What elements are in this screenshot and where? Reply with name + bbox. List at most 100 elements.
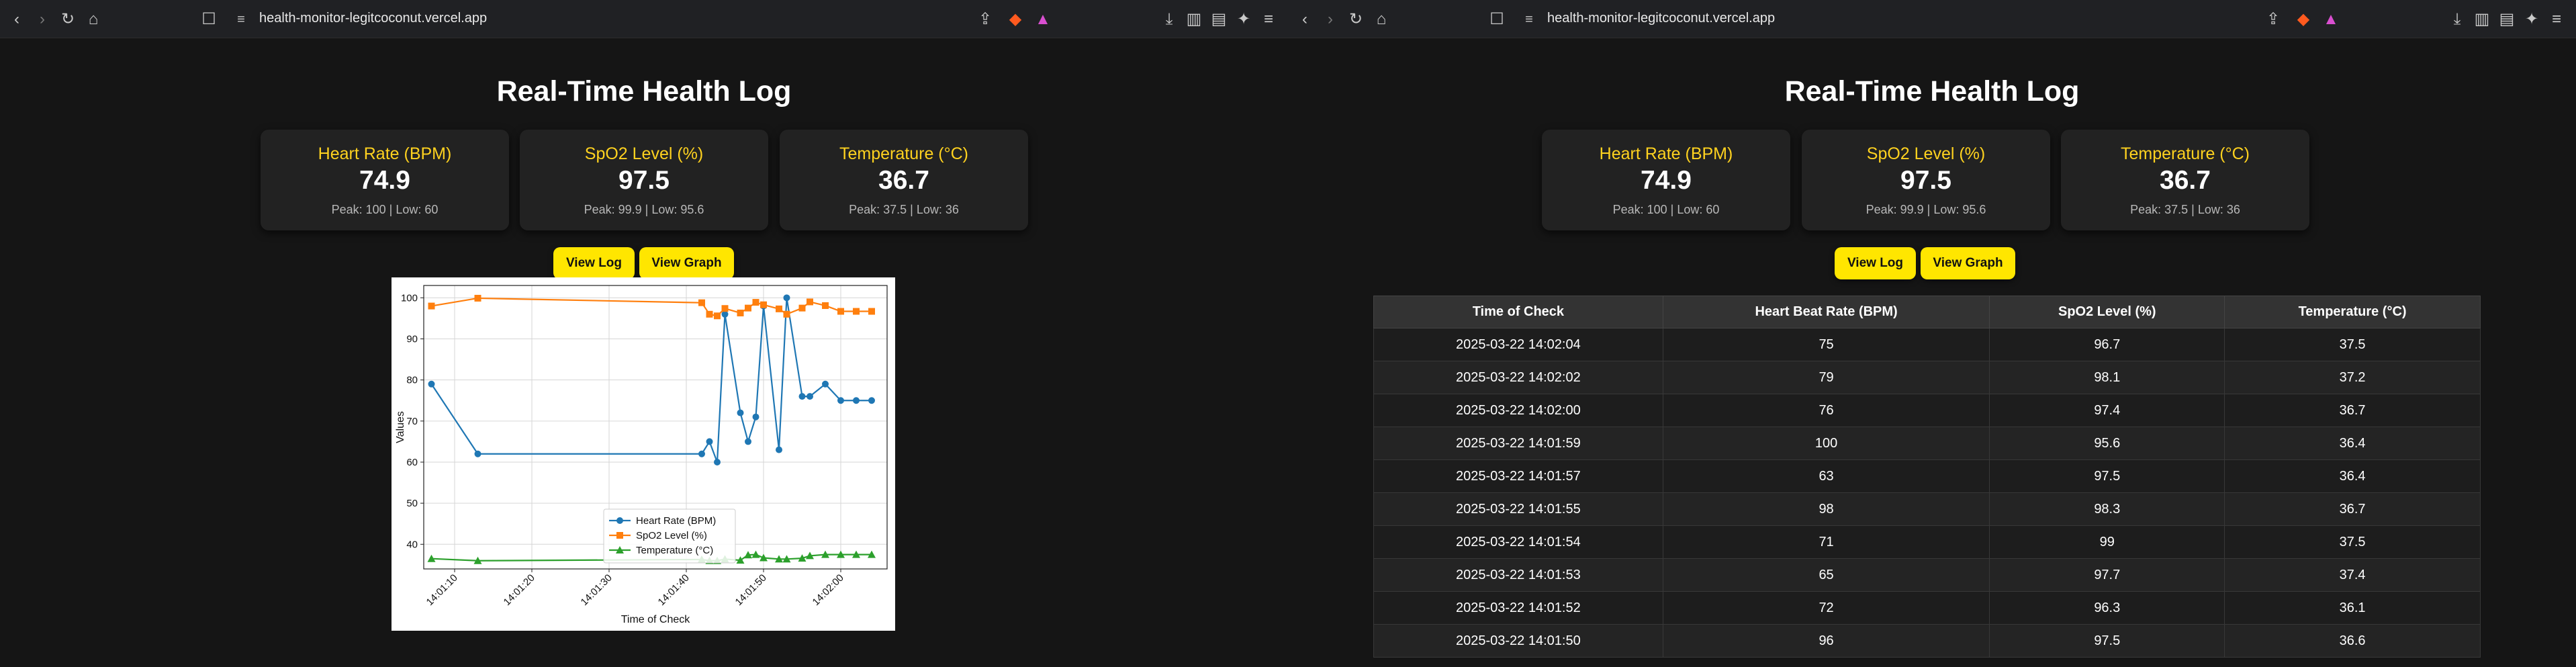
rewards-icon[interactable]: ▲ bbox=[1033, 9, 1053, 30]
table-row: 2025-03-22 14:01:55 98 98.3 36.7 bbox=[1373, 492, 2481, 526]
health-log-table: Time of Check Heart Beat Rate (BPM) SpO2… bbox=[1373, 296, 2481, 658]
table-cell: 2025-03-22 14:01:50 bbox=[1373, 624, 1663, 658]
data-point bbox=[698, 299, 705, 306]
back-icon[interactable]: ‹ bbox=[7, 9, 27, 30]
table-cell: 98 bbox=[1662, 492, 1990, 526]
table-cell: 2025-03-22 14:01:54 bbox=[1373, 525, 1663, 559]
site-info-icon[interactable]: ≡ bbox=[1519, 9, 1539, 30]
data-point bbox=[837, 397, 844, 404]
data-point bbox=[853, 308, 860, 315]
table-cell: 97.5 bbox=[1989, 459, 2225, 493]
bookmark-icon[interactable]: ☐ bbox=[199, 9, 219, 30]
view-log-button[interactable]: View Log bbox=[1835, 247, 1916, 279]
y-tick-label: 60 bbox=[406, 457, 418, 468]
share-icon[interactable]: ⇪ bbox=[975, 9, 995, 30]
table-cell: 2025-03-22 14:01:52 bbox=[1373, 591, 1663, 625]
y-axis-label: Values bbox=[395, 411, 406, 443]
browser-toolbar: ‹ › ↻ ⌂ ☐ ≡ health-monitor-legitcoconut.… bbox=[0, 0, 1288, 38]
brave-shield-icon[interactable]: ◆ bbox=[1005, 9, 1025, 30]
table-body: 2025-03-22 14:02:04 75 96.7 37.5 2025-03-22 … bbox=[1373, 328, 2481, 658]
share-icon[interactable]: ⇪ bbox=[2263, 9, 2283, 30]
card-peak-low: Peak: 37.5 | Low: 36 bbox=[2130, 203, 2240, 216]
forward-icon[interactable]: › bbox=[32, 9, 52, 30]
y-tick-label: 70 bbox=[406, 416, 418, 427]
data-point bbox=[745, 304, 751, 312]
wallet-icon[interactable]: ▤ bbox=[2497, 9, 2517, 30]
table-cell: 37.2 bbox=[2224, 361, 2481, 394]
view-graph-button[interactable]: View Graph bbox=[639, 247, 734, 279]
heart-rate-card: Heart Rate (BPM) 74.9 Peak: 100 | Low: 6… bbox=[261, 130, 509, 230]
x-tick-label: 14:01:40 bbox=[656, 572, 692, 608]
legend-marker bbox=[616, 517, 623, 524]
data-point bbox=[807, 393, 813, 400]
reload-icon[interactable]: ↻ bbox=[1346, 9, 1366, 30]
table-cell: 63 bbox=[1662, 459, 1990, 493]
spo2-card: SpO2 Level (%) 97.5 Peak: 99.9 | Low: 95… bbox=[1802, 130, 2050, 230]
legend-marker bbox=[616, 532, 623, 539]
rewards-icon[interactable]: ▲ bbox=[2321, 9, 2341, 30]
card-peak-low: Peak: 99.9 | Low: 95.6 bbox=[584, 203, 704, 216]
data-point bbox=[428, 380, 435, 388]
home-icon[interactable]: ⌂ bbox=[1371, 9, 1391, 30]
forward-icon[interactable]: › bbox=[1320, 9, 1340, 30]
card-value: 36.7 bbox=[2160, 166, 2211, 195]
data-point bbox=[798, 304, 806, 312]
table-cell: 72 bbox=[1662, 591, 1990, 625]
card-label: Temperature (°C) bbox=[2121, 144, 2250, 163]
extensions-icon[interactable]: ✦ bbox=[2522, 9, 2542, 30]
url-text[interactable]: health-monitor-legitcoconut.vercel.app bbox=[259, 11, 487, 26]
temperature-card: Temperature (°C) 36.7 Peak: 37.5 | Low: … bbox=[780, 130, 1028, 230]
downloads-icon[interactable]: ⤓ bbox=[1159, 9, 1179, 30]
data-point bbox=[474, 450, 481, 457]
table-cell: 96 bbox=[1662, 624, 1990, 658]
data-point bbox=[822, 302, 829, 309]
data-point bbox=[868, 308, 875, 315]
table-cell: 36.4 bbox=[2224, 459, 2481, 493]
browser-window-left: ‹ › ↻ ⌂ ☐ ≡ health-monitor-legitcoconut.… bbox=[0, 0, 1288, 667]
table-cell: 97.7 bbox=[1989, 558, 2225, 592]
browser-window-right: ‹ › ↻ ⌂ ☐ ≡ health-monitor-legitcoconut.… bbox=[1288, 0, 2576, 667]
view-graph-button[interactable]: View Graph bbox=[1921, 247, 2015, 279]
health-chart-svg: 40 50 60 70 80 90 100 14:01:10 14:01:20 14:01:30 1… bbox=[395, 285, 888, 625]
card-value: 97.5 bbox=[1900, 166, 1951, 195]
table-cell: 76 bbox=[1662, 394, 1990, 427]
column-header-spo2: SpO2 Level (%) bbox=[1989, 296, 2225, 328]
home-icon[interactable]: ⌂ bbox=[83, 9, 103, 30]
data-point bbox=[721, 310, 729, 318]
view-log-button[interactable]: View Log bbox=[553, 247, 635, 279]
card-value: 36.7 bbox=[878, 166, 929, 195]
reload-icon[interactable]: ↻ bbox=[58, 9, 78, 30]
data-point bbox=[776, 446, 782, 453]
data-point bbox=[837, 308, 844, 315]
health-chart: 40 50 60 70 80 90 100 14:01:10 14:01:20 14:01:30 1… bbox=[392, 277, 895, 631]
table-cell: 96.3 bbox=[1989, 591, 2225, 625]
data-point bbox=[706, 310, 713, 318]
table-cell: 97.5 bbox=[1989, 624, 2225, 658]
y-tick-label: 100 bbox=[401, 292, 418, 304]
table-cell: 98.3 bbox=[1989, 492, 2225, 526]
column-header-temperature: Temperature (°C) bbox=[2224, 296, 2481, 328]
card-value: 74.9 bbox=[359, 166, 410, 195]
table-cell: 36.7 bbox=[2224, 492, 2481, 526]
data-point bbox=[698, 450, 705, 457]
data-point bbox=[760, 301, 767, 308]
table-cell: 37.5 bbox=[2224, 328, 2481, 361]
url-text[interactable]: health-monitor-legitcoconut.vercel.app bbox=[1547, 11, 1775, 26]
sidebar-icon[interactable]: ▥ bbox=[2472, 9, 2492, 30]
card-label: SpO2 Level (%) bbox=[584, 144, 704, 163]
table-cell: 2025-03-22 14:01:53 bbox=[1373, 558, 1663, 592]
extensions-icon[interactable]: ✦ bbox=[1234, 9, 1254, 30]
card-peak-low: Peak: 100 | Low: 60 bbox=[331, 203, 439, 216]
menu-icon[interactable]: ≡ bbox=[2546, 9, 2567, 30]
card-label: Heart Rate (BPM) bbox=[318, 144, 452, 163]
y-tick-label: 80 bbox=[406, 375, 418, 386]
wallet-icon[interactable]: ▤ bbox=[1209, 9, 1229, 30]
menu-icon[interactable]: ≡ bbox=[1258, 9, 1279, 30]
bookmark-icon[interactable]: ☐ bbox=[1487, 9, 1507, 30]
sidebar-icon[interactable]: ▥ bbox=[1184, 9, 1204, 30]
downloads-icon[interactable]: ⤓ bbox=[2447, 9, 2467, 30]
site-info-icon[interactable]: ≡ bbox=[231, 9, 251, 30]
temperature-card: Temperature (°C) 36.7 Peak: 37.5 | Low: … bbox=[2061, 130, 2309, 230]
brave-shield-icon[interactable]: ◆ bbox=[2293, 9, 2313, 30]
back-icon[interactable]: ‹ bbox=[1295, 9, 1315, 30]
